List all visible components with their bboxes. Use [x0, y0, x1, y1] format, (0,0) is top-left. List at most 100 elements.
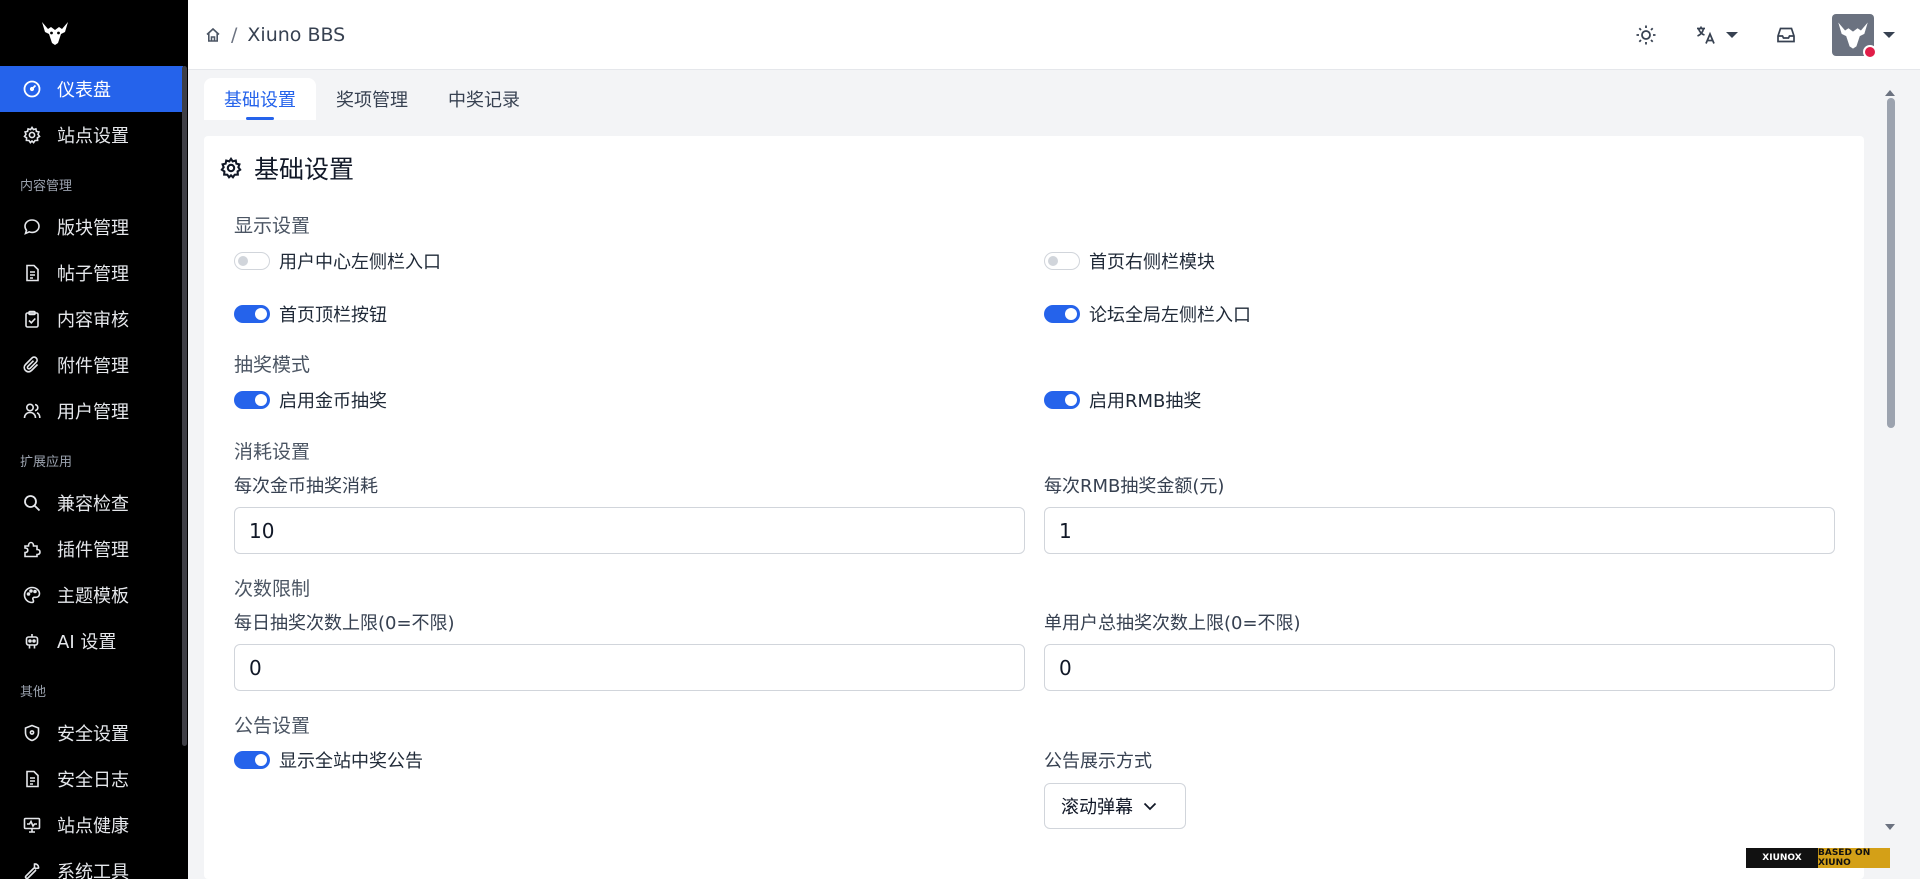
toggle-forum-left-sidebar[interactable]: 论坛全局左侧栏入口 — [1044, 301, 1251, 327]
search-icon — [22, 493, 42, 513]
sidebar-item-ai-settings[interactable]: AI 设置 — [0, 618, 188, 664]
card-title-text: 基础设置 — [254, 155, 355, 184]
toggle-switch[interactable] — [234, 252, 270, 270]
breadcrumb-current: Xiuno BBS — [247, 23, 346, 46]
sidebar-section-content: 内容管理 — [20, 179, 73, 194]
toggle-label: 启用RMB抽奖 — [1089, 391, 1202, 412]
notification-badge — [1863, 45, 1877, 59]
user-menu[interactable] — [1832, 14, 1896, 59]
scroll-down-arrow[interactable] — [1885, 824, 1895, 830]
tab-prize-management[interactable]: 奖项管理 — [316, 78, 428, 120]
chevron-down-icon — [1143, 802, 1157, 811]
sidebar-item-label: 内容审核 — [57, 310, 129, 331]
sidebar-item-label: 站点健康 — [57, 816, 129, 837]
toggle-home-right-sidebar[interactable]: 首页右侧栏模块 — [1044, 248, 1215, 274]
language-button[interactable] — [1695, 24, 1739, 46]
toggle-switch[interactable] — [1044, 391, 1080, 409]
section-display-label: 显示设置 — [234, 215, 311, 237]
sidebar-scrollbar[interactable] — [182, 66, 187, 746]
sidebar-item-posts[interactable]: 帖子管理 — [0, 250, 188, 296]
sidebar-item-label: 用户管理 — [57, 402, 129, 423]
tab-basic-settings[interactable]: 基础设置 — [204, 78, 316, 120]
toggle-label: 用户中心左侧栏入口 — [279, 252, 441, 273]
select-value: 滚动弹幕 — [1061, 797, 1133, 818]
puzzle-icon — [22, 539, 42, 559]
card-title: 基础设置 — [220, 150, 354, 186]
toggle-switch[interactable] — [234, 391, 270, 409]
sidebar-item-compat-check[interactable]: 兼容检查 — [0, 480, 188, 526]
sidebar-section-other: 其他 — [20, 685, 47, 700]
powered-by-badge[interactable]: XIUNOX BASED ON XIUNO — [1746, 848, 1890, 868]
dashboard-icon — [22, 79, 42, 99]
inbox-button[interactable] — [1775, 24, 1797, 46]
logo[interactable] — [0, 0, 110, 66]
rmb-cost-label: 每次RMB抽奖金额(元) — [1044, 476, 1225, 497]
avatar[interactable] — [1832, 14, 1877, 59]
sidebar-item-moderation[interactable]: 内容审核 — [0, 296, 188, 342]
sidebar-item-site-health[interactable]: 站点健康 — [0, 802, 188, 848]
users-icon — [22, 401, 42, 421]
palette-icon — [22, 585, 42, 605]
chevron-down-icon — [1726, 32, 1738, 38]
tab-winning-records[interactable]: 中奖记录 — [428, 78, 540, 120]
sidebar-item-system-tools[interactable]: 系统工具 — [0, 848, 188, 879]
gear-icon — [22, 125, 42, 145]
section-limit-label: 次数限制 — [234, 578, 311, 600]
sidebar-item-label: AI 设置 — [57, 632, 117, 653]
gold-cost-input[interactable] — [234, 507, 1025, 554]
home-icon[interactable] — [205, 27, 221, 43]
sidebar-item-label: 插件管理 — [57, 540, 129, 561]
sidebar-item-label: 帖子管理 — [57, 264, 129, 285]
daily-limit-input[interactable] — [234, 644, 1025, 691]
main-scrollbar-thumb[interactable] — [1887, 98, 1895, 428]
sidebar-item-attachments[interactable]: 附件管理 — [0, 342, 188, 388]
toggle-switch[interactable] — [1044, 305, 1080, 323]
breadcrumb-separator: / — [231, 23, 238, 46]
sidebar-section-extensions: 扩展应用 — [20, 455, 73, 470]
paperclip-icon — [22, 355, 42, 375]
toggle-rmb-lottery[interactable]: 启用RMB抽奖 — [1044, 387, 1201, 413]
toggle-label: 启用金币抽奖 — [279, 391, 387, 412]
chat-icon — [22, 217, 42, 237]
rmb-cost-input[interactable] — [1044, 507, 1835, 554]
sidebar: 仪表盘 站点设置 内容管理 版块管理 帖子管理 内容审核 附件管理 用户管理 扩… — [0, 0, 188, 879]
language-icon — [1697, 26, 1715, 44]
toggle-gold-lottery[interactable]: 启用金币抽奖 — [234, 387, 387, 413]
sidebar-item-label: 安全日志 — [57, 770, 129, 791]
notice-mode-select[interactable]: 滚动弹幕 — [1044, 783, 1186, 829]
theme-toggle-button[interactable] — [1631, 24, 1661, 46]
monitor-icon — [22, 815, 42, 835]
toggle-label: 论坛全局左侧栏入口 — [1089, 305, 1251, 326]
toggle-label: 首页右侧栏模块 — [1089, 252, 1215, 273]
badge-left: XIUNOX — [1746, 848, 1818, 868]
sidebar-item-themes[interactable]: 主题模板 — [0, 572, 188, 618]
top-header: / Xiuno BBS — [188, 0, 1920, 70]
sidebar-item-label: 站点设置 — [57, 126, 129, 147]
section-notice-label: 公告设置 — [234, 715, 311, 737]
scroll-up-arrow[interactable] — [1885, 90, 1895, 96]
sidebar-item-site-settings[interactable]: 站点设置 — [0, 112, 188, 158]
sidebar-item-security-settings[interactable]: 安全设置 — [0, 710, 188, 756]
robot-icon — [22, 631, 42, 651]
toggle-switch[interactable] — [234, 751, 270, 769]
badge-right: BASED ON XIUNO — [1818, 848, 1890, 868]
sidebar-item-security-log[interactable]: 安全日志 — [0, 756, 188, 802]
toggle-show-winning-notice[interactable]: 显示全站中奖公告 — [234, 747, 423, 773]
sidebar-item-label: 系统工具 — [57, 862, 129, 879]
sidebar-item-users[interactable]: 用户管理 — [0, 388, 188, 434]
inbox-icon — [1777, 27, 1795, 43]
notice-mode-label: 公告展示方式 — [1044, 751, 1152, 772]
section-cost-label: 消耗设置 — [234, 441, 311, 463]
toggle-label: 显示全站中奖公告 — [279, 751, 423, 772]
sidebar-item-label: 主题模板 — [57, 586, 129, 607]
toggle-switch[interactable] — [1044, 252, 1080, 270]
toggle-home-top-button[interactable]: 首页顶栏按钮 — [234, 301, 387, 327]
toggle-switch[interactable] — [234, 305, 270, 323]
tab-bar: 基础设置 奖项管理 中奖记录 — [204, 78, 540, 120]
sidebar-item-plugins[interactable]: 插件管理 — [0, 526, 188, 572]
toggle-user-center-sidebar[interactable]: 用户中心左侧栏入口 — [234, 248, 441, 274]
sidebar-item-dashboard[interactable]: 仪表盘 — [0, 66, 183, 112]
section-mode-label: 抽奖模式 — [234, 354, 311, 376]
total-limit-input[interactable] — [1044, 644, 1835, 691]
sidebar-item-boards[interactable]: 版块管理 — [0, 204, 188, 250]
